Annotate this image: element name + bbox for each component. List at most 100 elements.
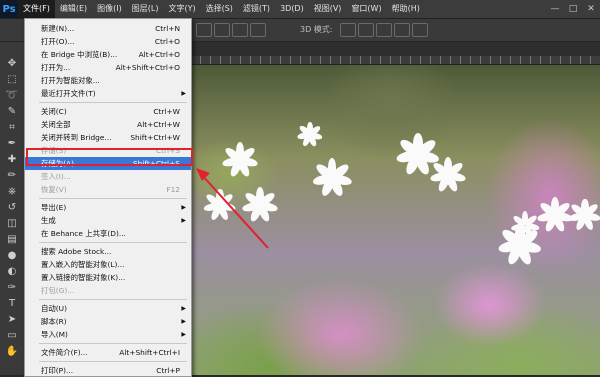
horizontal-ruler: [190, 56, 600, 65]
menu-item-label: 恢复(V): [41, 185, 67, 194]
file-menu-item[interactable]: 打开(O)... Ctrl+O: [25, 35, 191, 48]
healing-tool-icon[interactable]: ✚: [4, 152, 20, 166]
file-menu-item[interactable]: 导入(M) ▶: [25, 328, 191, 341]
stamp-tool-icon[interactable]: ⎈: [4, 184, 20, 198]
file-menu-item[interactable]: 关闭(C) Ctrl+W: [25, 105, 191, 118]
file-menu-item[interactable]: 关闭全部 Alt+Ctrl+W: [25, 118, 191, 131]
marquee-tool-icon[interactable]: ⬚: [4, 72, 20, 86]
gradient-tool-icon[interactable]: ▤: [4, 232, 20, 246]
menu-separator: [39, 361, 187, 362]
menu-3d[interactable]: 3D(D): [275, 0, 309, 18]
menu-bar: Ps 文件(F) 编辑(E) 图像(I) 图层(L) 文字(Y) 选择(S) 滤镜(T) 3D…: [0, 0, 600, 19]
file-menu-item: 打包(G)...: [25, 284, 191, 297]
align-icon[interactable]: [196, 23, 212, 37]
menu-help[interactable]: 帮助(H): [387, 0, 425, 18]
dodge-tool-icon[interactable]: ◐: [4, 264, 20, 278]
maximize-button[interactable]: □: [564, 0, 582, 18]
menu-item-label: 搜索 Adobe Stock...: [41, 247, 112, 256]
menu-filter[interactable]: 滤镜(T): [238, 0, 275, 18]
window-controls: — □ ✕: [546, 0, 600, 18]
move-tool-icon[interactable]: ✥: [4, 56, 20, 70]
file-menu-item[interactable]: 新建(N)... Ctrl+N: [25, 22, 191, 35]
submenu-arrow-icon: ▶: [181, 318, 186, 325]
transform-icon[interactable]: [250, 23, 266, 37]
eyedropper-tool-icon[interactable]: ✒: [4, 136, 20, 150]
file-menu-item[interactable]: 自动(U) ▶: [25, 302, 191, 315]
menu-item-label: 关闭并转到 Bridge...: [41, 133, 112, 142]
menu-item-label: 导出(E): [41, 203, 67, 212]
3d-rotate-icon[interactable]: [340, 23, 356, 37]
3d-drag-icon[interactable]: [376, 23, 392, 37]
menu-item-label: 打开为智能对象...: [41, 76, 100, 85]
menu-edit[interactable]: 编辑(E): [55, 0, 92, 18]
menu-item-label: 关闭(C): [41, 107, 67, 116]
file-menu-item[interactable]: 在 Behance 上共享(D)...: [25, 227, 191, 240]
file-menu-item[interactable]: 最近打开文件(T) ▶: [25, 87, 191, 100]
menu-separator: [39, 242, 187, 243]
menu-view[interactable]: 视图(V): [309, 0, 347, 18]
path-select-tool-icon[interactable]: ➤: [4, 312, 20, 326]
menu-layer[interactable]: 图层(L): [127, 0, 164, 18]
menu-item-shortcut: F12: [166, 185, 180, 194]
file-menu-item[interactable]: 打印(P)... Ctrl+P: [25, 364, 191, 377]
menu-item-label: 置入链接的智能对象(K)...: [41, 273, 126, 282]
crop-tool-icon[interactable]: ⌗: [4, 120, 20, 134]
menu-separator: [39, 102, 187, 103]
annotation-highlight-box: [26, 148, 193, 166]
menu-separator: [39, 343, 187, 344]
3d-roll-icon[interactable]: [358, 23, 374, 37]
file-menu-item[interactable]: 导出(E) ▶: [25, 201, 191, 214]
hand-tool-icon[interactable]: ✋: [4, 344, 20, 358]
menu-item-label: 打开(O)...: [41, 37, 75, 46]
file-menu-item: 恢复(V) F12: [25, 183, 191, 196]
shape-tool-icon[interactable]: ▭: [4, 328, 20, 342]
3d-slide-icon[interactable]: [394, 23, 410, 37]
quick-select-tool-icon[interactable]: ✎: [4, 104, 20, 118]
menu-item-label: 置入嵌入的智能对象(L)...: [41, 260, 125, 269]
file-menu-item[interactable]: 脚本(R) ▶: [25, 315, 191, 328]
menu-item-label: 自动(U): [41, 304, 67, 313]
file-menu-item[interactable]: 打开为智能对象...: [25, 74, 191, 87]
type-tool-icon[interactable]: T: [4, 296, 20, 310]
file-menu-item[interactable]: 置入嵌入的智能对象(L)...: [25, 258, 191, 271]
file-menu-item[interactable]: 在 Bridge 中浏览(B)... Alt+Ctrl+O: [25, 48, 191, 61]
menu-item-shortcut: Alt+Shift+Ctrl+I: [119, 348, 180, 357]
menu-image[interactable]: 图像(I): [92, 0, 127, 18]
menu-item-label: 打印(P)...: [41, 366, 74, 375]
brush-tool-icon[interactable]: ✏: [4, 168, 20, 182]
menu-item-shortcut: Ctrl+N: [155, 24, 180, 33]
file-menu-item[interactable]: 文件简介(F)... Alt+Shift+Ctrl+I: [25, 346, 191, 359]
menu-item-shortcut: Shift+Ctrl+W: [130, 133, 180, 142]
menu-item-shortcut: Alt+Ctrl+O: [138, 50, 180, 59]
menu-separator: [39, 198, 187, 199]
arrange-icon[interactable]: [232, 23, 248, 37]
file-menu-item[interactable]: 搜索 Adobe Stock...: [25, 245, 191, 258]
3d-scale-icon[interactable]: [412, 23, 428, 37]
menu-item-label: 新建(N)...: [41, 24, 75, 33]
submenu-arrow-icon: ▶: [181, 331, 186, 338]
menu-select[interactable]: 选择(S): [201, 0, 238, 18]
submenu-arrow-icon: ▶: [181, 305, 186, 312]
distribute-icon[interactable]: [214, 23, 230, 37]
menu-item-label: 关闭全部: [41, 120, 71, 129]
menu-item-label: 打开为...: [41, 63, 71, 72]
document-canvas[interactable]: [190, 65, 600, 375]
eraser-tool-icon[interactable]: ◫: [4, 216, 20, 230]
lasso-tool-icon[interactable]: ➰: [4, 88, 20, 102]
blur-tool-icon[interactable]: ●: [4, 248, 20, 262]
menu-item-label: 导入(M): [41, 330, 68, 339]
menu-file[interactable]: 文件(F): [18, 0, 55, 18]
file-menu-item[interactable]: 打开为... Alt+Shift+Ctrl+O: [25, 61, 191, 74]
file-menu-item[interactable]: 生成 ▶: [25, 214, 191, 227]
menu-item-label: 最近打开文件(T): [41, 89, 96, 98]
close-button[interactable]: ✕: [582, 0, 600, 18]
minimize-button[interactable]: —: [546, 0, 564, 18]
history-brush-icon[interactable]: ↺: [4, 200, 20, 214]
submenu-arrow-icon: ▶: [181, 217, 186, 224]
pen-tool-icon[interactable]: ✑: [4, 280, 20, 294]
menu-type[interactable]: 文字(Y): [163, 0, 200, 18]
menu-window[interactable]: 窗口(W): [346, 0, 386, 18]
file-menu-item[interactable]: 关闭并转到 Bridge... Shift+Ctrl+W: [25, 131, 191, 144]
submenu-arrow-icon: ▶: [181, 90, 186, 97]
file-menu-item[interactable]: 置入链接的智能对象(K)...: [25, 271, 191, 284]
